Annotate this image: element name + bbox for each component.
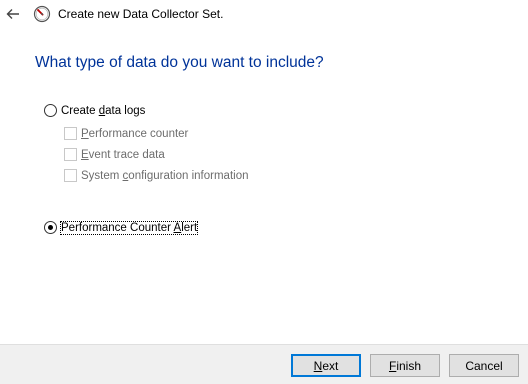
finish-button[interactable]: Finish xyxy=(370,354,440,377)
event-trace-data-checkbox[interactable] xyxy=(64,148,77,161)
performance-counter-label: Performance counter xyxy=(81,127,189,140)
performance-counter-alert-radio[interactable]: Performance Counter Alert xyxy=(44,220,199,235)
performance-counter-alert-label: Performance Counter Alert xyxy=(59,220,199,235)
create-data-logs-radio[interactable]: Create data logs xyxy=(44,104,145,117)
wizard-footer: Next Finish Cancel xyxy=(0,344,528,384)
window-title: Create new Data Collector Set. xyxy=(58,7,224,21)
cancel-button[interactable]: Cancel xyxy=(449,354,519,377)
back-button[interactable] xyxy=(4,5,22,23)
create-data-logs-label: Create data logs xyxy=(61,104,146,117)
performance-counter-checkbox[interactable] xyxy=(64,127,77,140)
next-button[interactable]: Next xyxy=(291,354,361,377)
system-configuration-label: System configuration information xyxy=(81,169,249,182)
title-bar: Create new Data Collector Set. xyxy=(0,0,528,30)
wizard-window: Create new Data Collector Set. What type… xyxy=(0,0,528,384)
system-configuration-checkbox[interactable] xyxy=(64,169,77,182)
performance-counter-checkbox-row[interactable]: Performance counter xyxy=(64,127,188,140)
back-arrow-icon xyxy=(6,9,19,19)
page-heading: What type of data do you want to include… xyxy=(35,54,324,71)
event-trace-data-checkbox-row[interactable]: Event trace data xyxy=(64,148,165,161)
radio-button-selected[interactable] xyxy=(44,221,57,234)
event-trace-data-label: Event trace data xyxy=(81,148,165,161)
performance-gauge-icon xyxy=(33,5,51,23)
system-configuration-checkbox-row[interactable]: System configuration information xyxy=(64,169,248,182)
radio-button-unselected[interactable] xyxy=(44,104,57,117)
